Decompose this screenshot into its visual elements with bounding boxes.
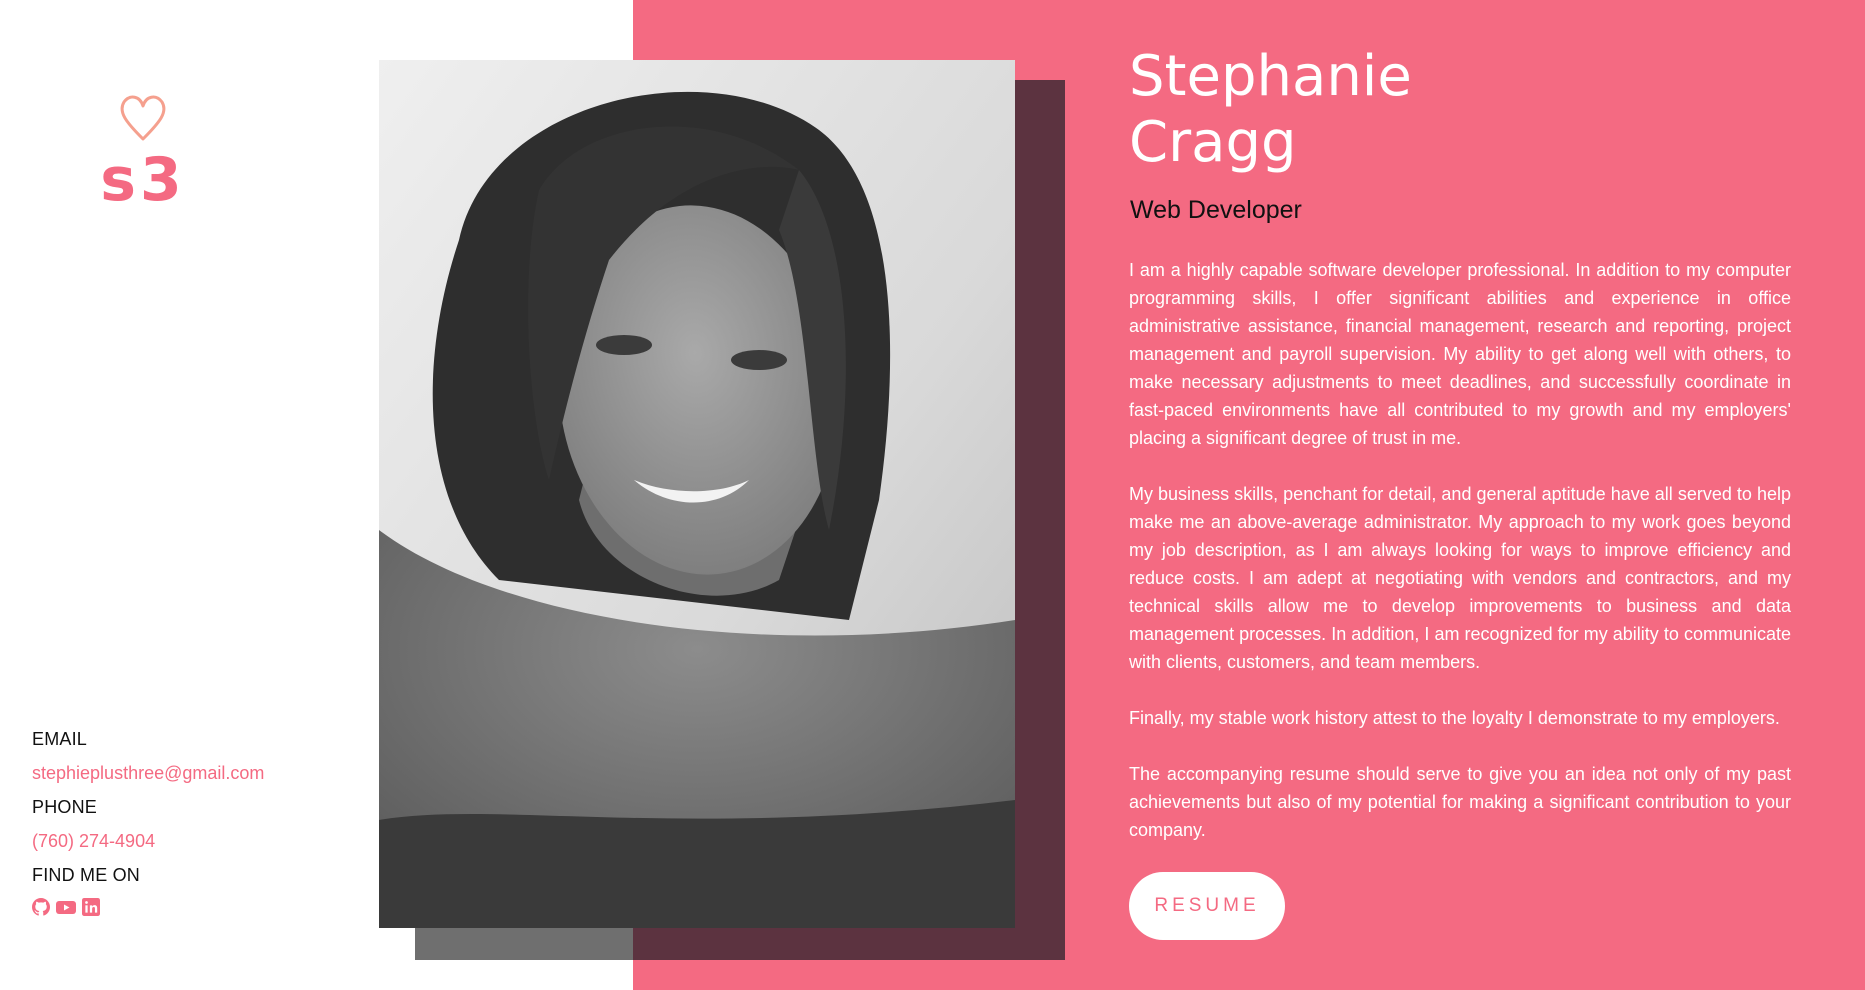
bio-paragraph: My business skills, penchant for detail,… (1129, 484, 1791, 672)
youtube-icon[interactable] (56, 898, 76, 916)
profile-role: Web Developer (1130, 196, 1302, 224)
site-logo[interactable]: s3 (78, 92, 208, 217)
email-label: EMAIL (32, 729, 88, 749)
profile-bio: I am a highly capable software developer… (1129, 256, 1791, 872)
profile-name-first: Stephanie (1129, 44, 1412, 109)
heart-icon (120, 95, 166, 141)
phone-link[interactable]: (760) 274-4904 (32, 824, 312, 858)
portrait-image (379, 60, 1015, 928)
social-links (32, 898, 312, 916)
resume-button[interactable]: RESUME (1129, 872, 1285, 940)
logo-text: s3 (100, 145, 186, 215)
contact-info: EMAIL stephieplusthree@gmail.com PHONE (… (32, 722, 312, 916)
bio-paragraph: The accompanying resume should serve to … (1129, 764, 1791, 840)
profile-name-last: Cragg (1129, 110, 1297, 175)
profile-name: Stephanie Cragg (1129, 44, 1729, 176)
linkedin-icon[interactable] (82, 898, 100, 916)
bio-paragraph: Finally, my stable work history attest t… (1129, 708, 1780, 728)
bio-paragraph: I am a highly capable software developer… (1129, 260, 1791, 448)
github-icon[interactable] (32, 898, 50, 916)
find-me-label: FIND ME ON (32, 865, 140, 885)
profile-photo (379, 60, 1015, 928)
phone-label: PHONE (32, 797, 98, 817)
email-link[interactable]: stephieplusthree@gmail.com (32, 756, 312, 790)
